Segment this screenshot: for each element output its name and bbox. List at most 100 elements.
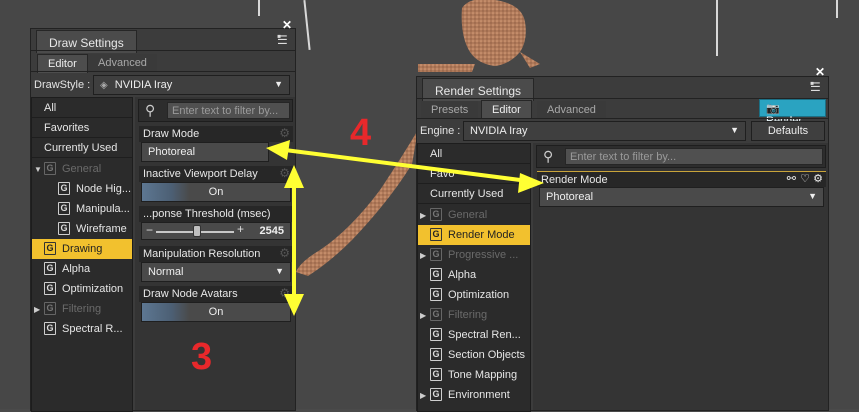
link-icon[interactable]: ⚯	[787, 172, 796, 185]
heart-icon[interactable]: ♡	[800, 172, 810, 185]
sidebar-item-label: All	[430, 148, 443, 160]
sidebar-item-label: Tone Mapping	[448, 369, 518, 381]
avatars-toggle[interactable]: On	[141, 302, 291, 322]
threshold-slider[interactable]: − + 2545	[141, 222, 291, 240]
sidebar-group-filtering[interactable]: ▶ G Filtering	[32, 299, 132, 319]
gear-icon[interactable]: ⚙	[279, 166, 290, 180]
draw-settings-sidebar: All Favorites Currently Used ▼ G General G…	[31, 97, 133, 412]
drawstyle-value: NVIDIA Iray	[114, 79, 173, 91]
sidebar-item-currently-used[interactable]: Currently Used	[418, 184, 530, 204]
sidebar-item-render-mode[interactable]: G Render Mode	[418, 225, 530, 245]
tab-advanced[interactable]: Advanced	[88, 54, 157, 72]
filter-search: ⚲ Enter text to filter by...	[138, 99, 293, 122]
group-icon: G	[44, 241, 56, 255]
expand-right-icon[interactable]: ▶	[420, 206, 430, 225]
search-input[interactable]: Enter text to filter by...	[167, 102, 290, 119]
sidebar-item-section-objects[interactable]: G Section Objects	[418, 345, 530, 365]
tab-presets[interactable]: Presets	[421, 101, 479, 119]
sidebar-item-node-highlight[interactable]: G Node Hig...	[32, 179, 132, 199]
wire-line	[716, 0, 718, 56]
sidebar-item-spectral-rendering[interactable]: G Spectral Ren...	[418, 325, 530, 345]
threshold-label: ...ponse Threshold (msec)	[139, 206, 293, 222]
group-icon: G	[44, 281, 56, 295]
draw-mode-field[interactable]: Photoreal	[141, 142, 269, 162]
sidebar-item-all[interactable]: All	[418, 144, 530, 164]
sidebar-item-spectral-rendering[interactable]: G Spectral R...	[32, 319, 132, 339]
sidebar-item-alpha[interactable]: G Alpha	[418, 265, 530, 285]
minus-icon[interactable]: −	[146, 223, 153, 237]
sidebar-item-favorites[interactable]: Favo	[418, 164, 530, 184]
gear-icon[interactable]: ⚙	[279, 286, 290, 300]
expand-right-icon[interactable]: ▶	[420, 386, 430, 405]
sidebar-item-tone-mapping[interactable]: G Tone Mapping	[418, 365, 530, 385]
plus-icon[interactable]: +	[237, 222, 244, 236]
tab-label: Presets	[431, 104, 469, 116]
close-icon[interactable]: ✕	[282, 18, 292, 32]
sidebar-item-label: Render Mode	[448, 229, 515, 241]
manip-res-dropdown[interactable]: Normal ▼	[141, 262, 291, 282]
render-settings-sidebar: All Favo Currently Used ▶ G General G Rende…	[417, 143, 531, 412]
property-label: Inactive Viewport Delay	[143, 168, 258, 180]
panel-menu-icon[interactable]: ▪ ☰	[277, 30, 288, 46]
gear-icon[interactable]: ⚙	[279, 246, 290, 260]
sidebar-group-progressive[interactable]: ▶ G Progressive ...	[418, 245, 530, 265]
tab-advanced[interactable]: Advanced	[537, 101, 606, 119]
render-button[interactable]: 📷Render	[759, 99, 826, 127]
sidebar-item-all[interactable]: All	[32, 98, 132, 118]
sidebar-item-favorites[interactable]: Favorites	[32, 118, 132, 138]
engine-dropdown[interactable]: NVIDIA Iray ▼	[463, 121, 746, 141]
tab-label: Editor	[492, 104, 521, 116]
render-mode-dropdown[interactable]: Photoreal ▼	[539, 187, 824, 207]
group-icon: G	[430, 327, 442, 341]
property-label: Draw Node Avatars	[143, 288, 238, 300]
inactive-delay-toggle[interactable]: On	[141, 182, 291, 202]
threshold-value[interactable]: 2545	[260, 225, 284, 237]
defaults-button[interactable]: Defaults	[751, 121, 825, 141]
group-icon: G	[430, 307, 442, 321]
tab-editor[interactable]: Editor	[481, 100, 532, 119]
sidebar-item-drawing[interactable]: G Drawing	[32, 239, 132, 259]
annotation-step-3: 3	[191, 336, 213, 378]
expand-right-icon[interactable]: ▶	[34, 300, 44, 319]
sidebar-group-filtering[interactable]: ▶ G Filtering	[418, 305, 530, 325]
search-input[interactable]: Enter text to filter by...	[565, 148, 823, 165]
expand-down-icon[interactable]: ▼	[34, 160, 44, 179]
sidebar-item-optimization[interactable]: G Optimization	[418, 285, 530, 305]
drawstyle-dropdown[interactable]: ◈ NVIDIA Iray ▼	[93, 75, 290, 95]
gear-icon[interactable]: ⚙	[279, 126, 290, 140]
sidebar-item-label: Currently Used	[44, 142, 118, 154]
toggle-value: On	[208, 186, 224, 198]
panel-menu-icon[interactable]: ▪ ☰	[810, 77, 821, 93]
property-label: Draw Mode	[143, 128, 200, 140]
sidebar-group-general[interactable]: ▶ G General	[418, 205, 530, 225]
sidebar-item-label: Filtering	[448, 309, 488, 321]
sidebar-item-label: Section Objects	[448, 349, 526, 361]
sidebar-item-label: All	[44, 102, 57, 114]
property-label: ...ponse Threshold (msec)	[143, 208, 271, 220]
sidebar-item-wireframe[interactable]: G Wireframe	[32, 219, 132, 239]
iray-icon: ◈	[100, 80, 108, 91]
slider-handle[interactable]	[193, 225, 201, 237]
group-icon: G	[430, 367, 442, 381]
sidebar-item-manipulation[interactable]: G Manipula...	[32, 199, 132, 219]
gear-icon[interactable]: ⚙	[813, 172, 823, 185]
expand-right-icon[interactable]: ▶	[420, 306, 430, 325]
draw-settings-panel: ✕ Draw Settings ▪ ☰ Editor Advanced DrawS…	[30, 18, 296, 412]
sidebar-group-environment[interactable]: ▶ G Environment	[418, 385, 530, 405]
expand-right-icon[interactable]: ▶	[420, 246, 430, 265]
search-icon: ⚲	[145, 102, 156, 118]
avatars-label: Draw Node Avatars ⚙	[139, 286, 293, 302]
sidebar-item-optimization[interactable]: G Optimization	[32, 279, 132, 299]
group-icon: G	[44, 161, 56, 175]
sidebar-item-alpha[interactable]: G Alpha	[32, 259, 132, 279]
sidebar-item-label: Node Hig...	[76, 183, 132, 195]
tab-label: Advanced	[547, 104, 596, 116]
sidebar-item-currently-used[interactable]: Currently Used	[32, 138, 132, 158]
annotation-step-4: 4	[350, 112, 372, 154]
group-icon: G	[430, 287, 442, 301]
sidebar-group-general[interactable]: ▼ G General	[32, 159, 132, 179]
group-icon: G	[58, 201, 70, 215]
tab-label: Advanced	[98, 57, 147, 69]
close-icon[interactable]: ✕	[815, 65, 825, 79]
chevron-down-icon: ▼	[275, 266, 284, 276]
